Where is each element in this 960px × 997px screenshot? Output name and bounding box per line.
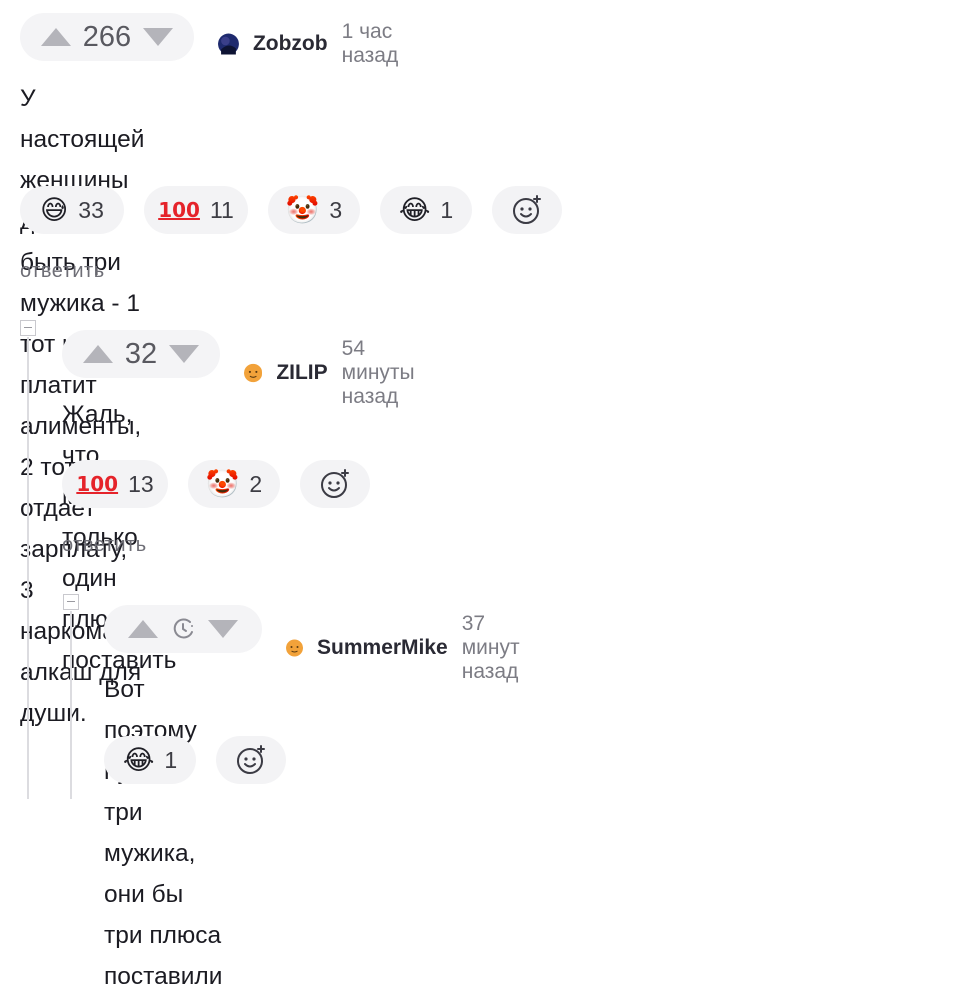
rating-count: 32	[124, 337, 158, 370]
comment-text-line: Вот поэтому нужны три мужика, они бы три…	[104, 676, 223, 990]
avatar[interactable]	[218, 27, 239, 61]
reaction-hundred[interactable]: 100 11	[144, 186, 248, 234]
reaction-grinning-sweat[interactable]: 😅 33	[20, 186, 124, 234]
downvote-icon[interactable]	[143, 28, 174, 46]
upvote-icon[interactable]	[82, 345, 113, 363]
reaction-count: 13	[128, 470, 154, 497]
author-name[interactable]: Zobzob	[253, 32, 328, 56]
add-reaction-button[interactable]	[300, 460, 370, 508]
reactions-bar: 😅 33 100 11 🤡 3 😂 1	[20, 186, 562, 234]
timestamp[interactable]: 54 минуты назад	[342, 337, 431, 409]
thread-line[interactable]	[27, 337, 29, 799]
downvote-icon[interactable]	[208, 620, 238, 638]
add-reaction-button[interactable]	[492, 186, 562, 234]
hundred-points-emoji-icon: 100	[76, 472, 119, 496]
reaction-count: 1	[440, 196, 454, 223]
avatar[interactable]	[244, 356, 263, 390]
rating-control	[104, 605, 262, 653]
reaction-hundred[interactable]: 100 13	[62, 460, 168, 508]
collapse-thread-button[interactable]	[63, 594, 79, 610]
rating-count: 266	[82, 20, 132, 53]
rating-hidden-clock-icon	[173, 618, 193, 639]
comment-text: Вот поэтому нужны три мужика, они бы три…	[104, 669, 222, 997]
rating-control: 266	[20, 13, 194, 61]
tears-of-joy-emoji-icon: 😂	[122, 744, 155, 775]
timestamp[interactable]: 37 минут назад	[462, 612, 537, 684]
reaction-clown[interactable]: 🤡 3	[268, 186, 360, 234]
upvote-icon[interactable]	[40, 28, 71, 46]
reaction-count: 2	[249, 470, 263, 497]
add-reaction-button[interactable]	[216, 736, 286, 784]
add-reaction-icon	[321, 469, 349, 498]
add-reaction-icon	[237, 745, 265, 774]
tears-of-joy-emoji-icon: 😂	[398, 194, 431, 225]
upvote-icon[interactable]	[128, 620, 158, 638]
reaction-count: 11	[209, 196, 234, 223]
reaction-tears-of-joy[interactable]: 😂 1	[104, 736, 196, 784]
reply-link[interactable]: ответить	[20, 260, 105, 283]
avatar[interactable]	[286, 631, 304, 665]
hundred-points-emoji-icon: 100	[158, 198, 200, 222]
author-name[interactable]: SummerMike	[317, 636, 448, 660]
author-name[interactable]: ZILIP	[276, 361, 327, 385]
clown-emoji-icon: 🤡	[205, 468, 240, 499]
timestamp[interactable]: 1 час назад	[342, 20, 412, 68]
comment-header: Zobzob 1 час назад	[218, 20, 411, 68]
reply-link[interactable]: ответить	[62, 534, 147, 557]
clown-emoji-icon: 🤡	[285, 194, 320, 225]
reactions-bar: 100 13 🤡 2	[62, 460, 370, 508]
reaction-count: 33	[78, 196, 104, 223]
comment-header: SummerMike 37 минут назад	[286, 612, 537, 684]
thread-line[interactable]	[70, 611, 72, 799]
downvote-icon[interactable]	[169, 345, 200, 363]
reaction-tears-of-joy[interactable]: 😂 1	[380, 186, 472, 234]
reaction-clown[interactable]: 🤡 2	[188, 460, 280, 508]
reactions-bar: 😂 1	[104, 736, 286, 784]
grinning-sweat-emoji-icon: 😅	[40, 194, 69, 225]
rating-control: 32	[62, 330, 220, 378]
reaction-count: 3	[329, 196, 343, 223]
comment-header: ZILIP 54 минуты назад	[244, 337, 430, 409]
collapse-thread-button[interactable]	[20, 320, 36, 336]
reaction-count: 1	[164, 746, 178, 773]
add-reaction-icon	[513, 195, 541, 224]
